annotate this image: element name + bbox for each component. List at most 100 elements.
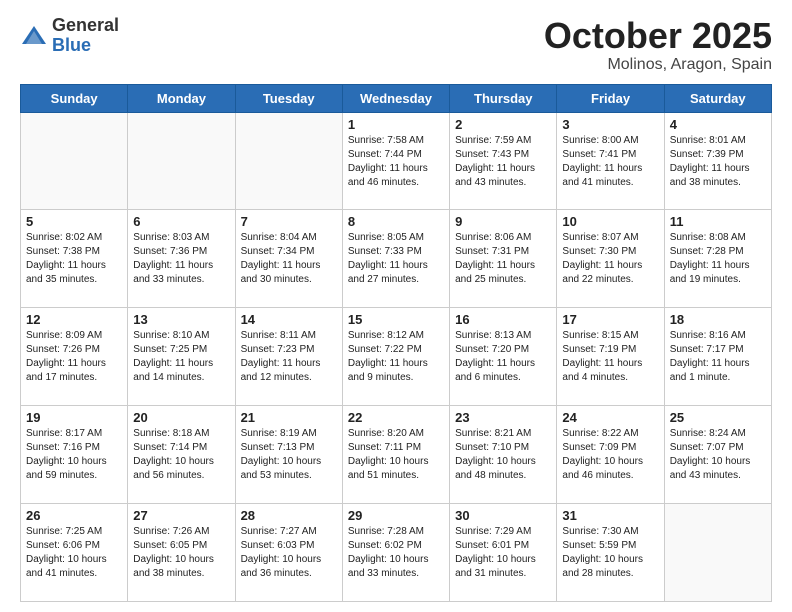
calendar-week-row: 5Sunrise: 8:02 AM Sunset: 7:38 PM Daylig… xyxy=(21,210,772,308)
logo-icon xyxy=(20,22,48,50)
day-info: Sunrise: 8:07 AM Sunset: 7:30 PM Dayligh… xyxy=(562,231,658,287)
day-number: 7 xyxy=(241,214,337,229)
day-number: 24 xyxy=(562,410,658,425)
day-info: Sunrise: 8:17 AM Sunset: 7:16 PM Dayligh… xyxy=(26,427,122,483)
calendar-cell: 15 Sunrise: 8:12 AM Sunset: 7:22 PM Dayli… xyxy=(342,308,449,406)
calendar-cell xyxy=(235,112,342,210)
calendar-cell: 14 Sunrise: 8:11 AM Sunset: 7:23 PM Dayli… xyxy=(235,308,342,406)
day-info: Sunrise: 8:13 AM Sunset: 7:20 PM Dayligh… xyxy=(455,329,551,385)
day-info: Sunrise: 8:08 AM Sunset: 7:28 PM Dayligh… xyxy=(670,231,766,287)
day-number: 11 xyxy=(670,214,766,229)
day-info: Sunrise: 8:00 AM Sunset: 7:41 PM Dayligh… xyxy=(562,134,658,190)
day-number: 9 xyxy=(455,214,551,229)
header: General Blue October 2025 Molinos, Arago… xyxy=(20,16,772,74)
calendar-cell: 29Sunrise: 7:28 AM Sunset: 6:02 PM Dayli… xyxy=(342,504,449,602)
day-info: Sunrise: 8:02 AM Sunset: 7:38 PM Dayligh… xyxy=(26,231,122,287)
calendar-cell: 21 Sunrise: 8:19 AM Sunset: 7:13 PM Dayli… xyxy=(235,406,342,504)
page: General Blue October 2025 Molinos, Arago… xyxy=(0,0,792,612)
day-number: 19 xyxy=(26,410,122,425)
day-number: 12 xyxy=(26,312,122,327)
day-info: Sunrise: 8:01 AM Sunset: 7:39 PM Dayligh… xyxy=(670,134,766,190)
day-number: 10 xyxy=(562,214,658,229)
calendar-cell: 4Sunrise: 8:01 AM Sunset: 7:39 PM Daylig… xyxy=(664,112,771,210)
day-info: Sunrise: 8:05 AM Sunset: 7:33 PM Dayligh… xyxy=(348,231,444,287)
calendar-cell: 8 Sunrise: 8:05 AM Sunset: 7:33 PM Daylig… xyxy=(342,210,449,308)
day-info: Sunrise: 8:19 AM Sunset: 7:13 PM Dayligh… xyxy=(241,427,337,483)
day-number: 20 xyxy=(133,410,229,425)
day-info: Sunrise: 8:10 AM Sunset: 7:25 PM Dayligh… xyxy=(133,329,229,385)
title-block: October 2025 Molinos, Aragon, Spain xyxy=(544,16,772,74)
calendar-cell: 3 Sunrise: 8:00 AM Sunset: 7:41 PM Daylig… xyxy=(557,112,664,210)
day-info: Sunrise: 8:06 AM Sunset: 7:31 PM Dayligh… xyxy=(455,231,551,287)
day-number: 21 xyxy=(241,410,337,425)
calendar-week-row: 12 Sunrise: 8:09 AM Sunset: 7:26 PM Dayli… xyxy=(21,308,772,406)
calendar-table: SundayMondayTuesdayWednesdayThursdayFrid… xyxy=(20,84,772,602)
day-info: Sunrise: 7:26 AM Sunset: 6:05 PM Dayligh… xyxy=(133,525,229,581)
day-info: Sunrise: 8:24 AM Sunset: 7:07 PM Dayligh… xyxy=(670,427,766,483)
calendar-cell: 23 Sunrise: 8:21 AM Sunset: 7:10 PM Dayli… xyxy=(450,406,557,504)
day-info: Sunrise: 8:20 AM Sunset: 7:11 PM Dayligh… xyxy=(348,427,444,483)
day-number: 3 xyxy=(562,117,658,132)
calendar-cell: 16 Sunrise: 8:13 AM Sunset: 7:20 PM Dayli… xyxy=(450,308,557,406)
day-info: Sunrise: 7:58 AM Sunset: 7:44 PM Dayligh… xyxy=(348,134,444,190)
calendar-cell: 31 Sunrise: 7:30 AM Sunset: 5:59 PM Dayli… xyxy=(557,504,664,602)
calendar-day-header: Friday xyxy=(557,84,664,112)
day-number: 8 xyxy=(348,214,444,229)
day-number: 15 xyxy=(348,312,444,327)
day-number: 23 xyxy=(455,410,551,425)
calendar-cell: 25Sunrise: 8:24 AM Sunset: 7:07 PM Dayli… xyxy=(664,406,771,504)
calendar-day-header: Monday xyxy=(128,84,235,112)
day-info: Sunrise: 7:28 AM Sunset: 6:02 PM Dayligh… xyxy=(348,525,444,581)
calendar-cell xyxy=(664,504,771,602)
calendar-cell: 6Sunrise: 8:03 AM Sunset: 7:36 PM Daylig… xyxy=(128,210,235,308)
day-number: 22 xyxy=(348,410,444,425)
day-number: 28 xyxy=(241,508,337,523)
day-info: Sunrise: 8:18 AM Sunset: 7:14 PM Dayligh… xyxy=(133,427,229,483)
calendar-cell: 10 Sunrise: 8:07 AM Sunset: 7:30 PM Dayli… xyxy=(557,210,664,308)
calendar-cell xyxy=(21,112,128,210)
calendar-header-row: SundayMondayTuesdayWednesdayThursdayFrid… xyxy=(21,84,772,112)
day-info: Sunrise: 7:27 AM Sunset: 6:03 PM Dayligh… xyxy=(241,525,337,581)
day-number: 17 xyxy=(562,312,658,327)
location: Molinos, Aragon, Spain xyxy=(544,56,772,74)
day-number: 16 xyxy=(455,312,551,327)
day-info: Sunrise: 8:16 AM Sunset: 7:17 PM Dayligh… xyxy=(670,329,766,385)
calendar-week-row: 26Sunrise: 7:25 AM Sunset: 6:06 PM Dayli… xyxy=(21,504,772,602)
calendar-cell: 18 Sunrise: 8:16 AM Sunset: 7:17 PM Dayli… xyxy=(664,308,771,406)
day-info: Sunrise: 8:21 AM Sunset: 7:10 PM Dayligh… xyxy=(455,427,551,483)
calendar-cell: 1 Sunrise: 7:58 AM Sunset: 7:44 PM Daylig… xyxy=(342,112,449,210)
calendar-cell: 19 Sunrise: 8:17 AM Sunset: 7:16 PM Dayli… xyxy=(21,406,128,504)
day-info: Sunrise: 8:04 AM Sunset: 7:34 PM Dayligh… xyxy=(241,231,337,287)
day-info: Sunrise: 7:30 AM Sunset: 5:59 PM Dayligh… xyxy=(562,525,658,581)
month-title: October 2025 xyxy=(544,16,772,56)
calendar-cell: 28 Sunrise: 7:27 AM Sunset: 6:03 PM Dayli… xyxy=(235,504,342,602)
calendar-cell: 22 Sunrise: 8:20 AM Sunset: 7:11 PM Dayli… xyxy=(342,406,449,504)
day-number: 18 xyxy=(670,312,766,327)
calendar-week-row: 1 Sunrise: 7:58 AM Sunset: 7:44 PM Daylig… xyxy=(21,112,772,210)
calendar-cell: 17Sunrise: 8:15 AM Sunset: 7:19 PM Dayli… xyxy=(557,308,664,406)
day-number: 13 xyxy=(133,312,229,327)
calendar-cell: 9 Sunrise: 8:06 AM Sunset: 7:31 PM Daylig… xyxy=(450,210,557,308)
day-info: Sunrise: 8:12 AM Sunset: 7:22 PM Dayligh… xyxy=(348,329,444,385)
day-number: 14 xyxy=(241,312,337,327)
calendar-day-header: Wednesday xyxy=(342,84,449,112)
day-number: 1 xyxy=(348,117,444,132)
logo-text: General Blue xyxy=(52,16,119,56)
day-number: 27 xyxy=(133,508,229,523)
logo-blue: Blue xyxy=(52,36,119,56)
day-info: Sunrise: 8:03 AM Sunset: 7:36 PM Dayligh… xyxy=(133,231,229,287)
day-info: Sunrise: 7:59 AM Sunset: 7:43 PM Dayligh… xyxy=(455,134,551,190)
day-number: 2 xyxy=(455,117,551,132)
day-info: Sunrise: 8:11 AM Sunset: 7:23 PM Dayligh… xyxy=(241,329,337,385)
day-info: Sunrise: 8:09 AM Sunset: 7:26 PM Dayligh… xyxy=(26,329,122,385)
day-number: 31 xyxy=(562,508,658,523)
calendar-cell: 12 Sunrise: 8:09 AM Sunset: 7:26 PM Dayli… xyxy=(21,308,128,406)
calendar-cell xyxy=(128,112,235,210)
logo: General Blue xyxy=(20,16,119,56)
calendar-day-header: Tuesday xyxy=(235,84,342,112)
day-info: Sunrise: 7:29 AM Sunset: 6:01 PM Dayligh… xyxy=(455,525,551,581)
calendar-cell: 13 Sunrise: 8:10 AM Sunset: 7:25 PM Dayli… xyxy=(128,308,235,406)
calendar-cell: 5Sunrise: 8:02 AM Sunset: 7:38 PM Daylig… xyxy=(21,210,128,308)
calendar-cell: 24Sunrise: 8:22 AM Sunset: 7:09 PM Dayli… xyxy=(557,406,664,504)
calendar-cell: 27 Sunrise: 7:26 AM Sunset: 6:05 PM Dayli… xyxy=(128,504,235,602)
